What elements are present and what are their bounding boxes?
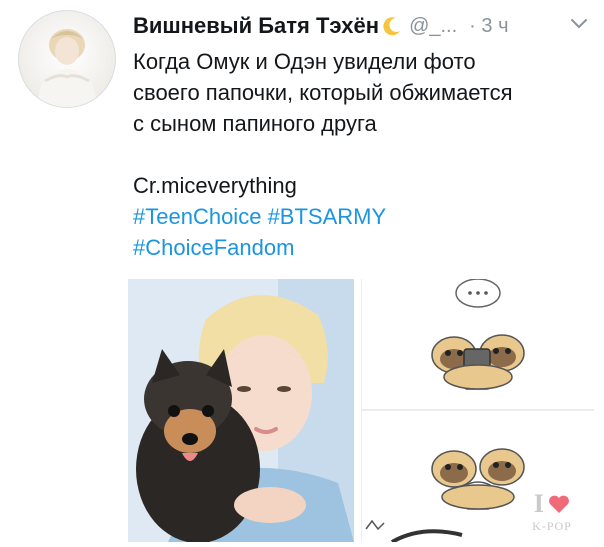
watermark-letter: I	[533, 489, 544, 518]
kpop-watermark: I K-POP	[524, 489, 580, 534]
hashtag-link[interactable]: #ChoiceFandom	[133, 235, 294, 260]
photo-person-with-dog[interactable]	[128, 279, 354, 542]
avatar[interactable]	[18, 10, 116, 108]
hashtag-link[interactable]: #BTSARMY	[268, 204, 387, 229]
tweet-text-line: Когда Омук и Одэн увидели фото	[133, 49, 476, 74]
display-name[interactable]: Вишневый Батя Тэхён	[133, 13, 379, 39]
avatar-image	[37, 29, 97, 107]
chevron-down-icon[interactable]	[570, 17, 588, 31]
tweet-media: I K-POP	[128, 278, 595, 544]
user-handle[interactable]: @_...	[409, 15, 457, 38]
panel-divider	[361, 409, 594, 411]
tweet-text: Когда Омук и Одэн увидели фото своего па…	[133, 46, 593, 263]
timestamp[interactable]: · 3 ч	[469, 15, 508, 38]
photo-illustration	[128, 279, 354, 542]
hashtag-line: #ChoiceFandom	[133, 232, 593, 263]
crescent-moon-icon	[382, 16, 402, 36]
credit-text: Cr.miceverything	[133, 173, 297, 198]
hashtag-link[interactable]: #TeenChoice	[133, 204, 261, 229]
tweet-text-line: своего папочки, который обжимается	[133, 80, 513, 105]
tweet-text-line: с сыном папиного друга	[133, 111, 377, 136]
watermark-text: K-POP	[532, 519, 572, 533]
tweet-header: Вишневый Батя Тэхён @_... · 3 ч	[133, 9, 592, 43]
heart-icon	[548, 494, 570, 514]
hashtag-line: #TeenChoice #BTSARMY	[133, 201, 593, 232]
